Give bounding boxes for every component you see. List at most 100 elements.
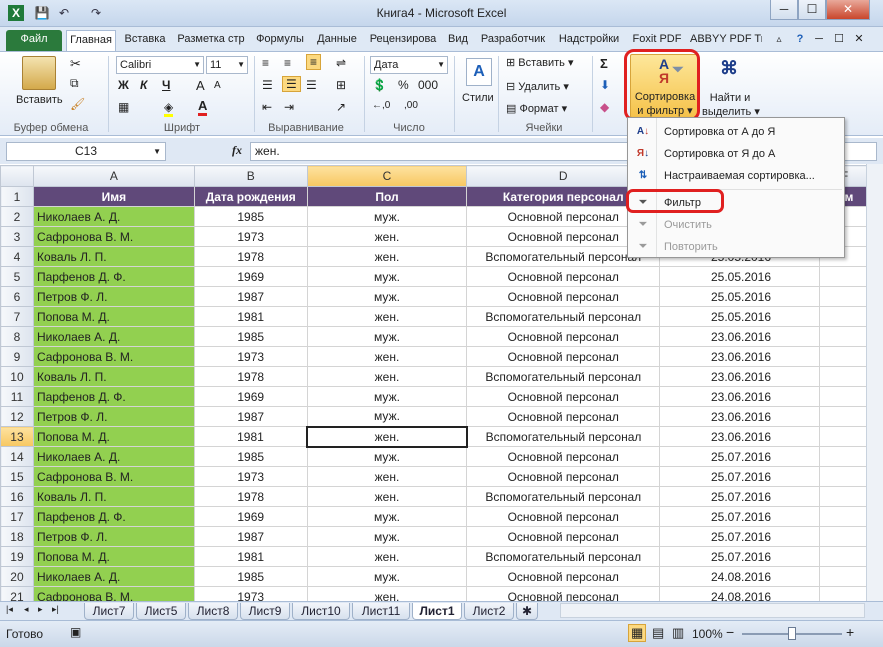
italic-button[interactable]: К [140, 78, 147, 92]
cell-date[interactable]: 25.07.2016 [659, 526, 821, 547]
cell-category[interactable]: Основной персонал [466, 266, 661, 287]
cell-category[interactable]: Основной персонал [466, 326, 661, 347]
delete-cells-button[interactable]: ⊟ Удалить ▾ [506, 80, 569, 93]
cell-birth-year[interactable]: 1985 [193, 326, 308, 347]
sheet-tab[interactable]: Лист9 [240, 603, 290, 620]
fx-icon[interactable]: fx [232, 143, 242, 158]
cell-empty[interactable] [819, 526, 870, 547]
styles-button[interactable]: Стили [462, 92, 494, 104]
align-right-icon[interactable]: ☰ [306, 78, 317, 92]
cell-category[interactable]: Основной персонал [466, 526, 661, 547]
cell-category[interactable]: Основной персонал [466, 286, 661, 307]
sheet-tab[interactable]: Лист10 [292, 603, 350, 620]
cell-name[interactable]: Сафронова В. М. [32, 226, 195, 247]
cell-category[interactable]: Вспомогательный персонал [466, 366, 661, 387]
sheet-tab[interactable]: Лист5 [136, 603, 186, 620]
cell-category[interactable]: Основной персонал [466, 386, 661, 407]
percent-icon[interactable]: % [398, 78, 409, 92]
cell-date[interactable]: 24.08.2016 [659, 586, 821, 601]
cell-gender[interactable]: жен. [306, 466, 468, 487]
cell-date[interactable]: 23.06.2016 [659, 426, 821, 447]
cell-empty[interactable] [819, 566, 870, 587]
align-left-icon[interactable]: ☰ [262, 78, 273, 92]
cell-name[interactable]: Николаев А. Д. [32, 566, 195, 587]
styles-icon[interactable]: A [466, 58, 492, 86]
cell-birth-year[interactable]: 1969 [193, 386, 308, 407]
tab-view[interactable]: Вид [444, 30, 472, 51]
cell-name[interactable]: Коваль Л. П. [32, 246, 195, 267]
cell-empty[interactable] [819, 266, 870, 287]
underline-button[interactable]: Ч [162, 78, 170, 92]
cell-gender[interactable]: жен. [306, 246, 468, 267]
cell-gender[interactable]: жен. [306, 226, 468, 247]
cell-name[interactable]: Николаев А. Д. [32, 446, 195, 467]
cell-date[interactable]: 25.05.2016 [659, 286, 821, 307]
indent-increase-icon[interactable]: ⇥ [284, 100, 294, 114]
cell-gender[interactable]: муж. [306, 266, 468, 287]
cell-date[interactable]: 25.07.2016 [659, 466, 821, 487]
orientation-icon[interactable]: ↗ [336, 100, 346, 114]
header-cell[interactable]: Пол [306, 186, 468, 207]
cell-category[interactable]: Основной персонал [466, 586, 661, 601]
cell-date[interactable]: 23.06.2016 [659, 366, 821, 387]
cell-birth-year[interactable]: 1978 [193, 486, 308, 507]
align-center-icon[interactable]: ☰ [282, 76, 301, 92]
row-header[interactable]: 11 [0, 386, 34, 407]
cell-category[interactable]: Основной персонал [466, 346, 661, 367]
cell-gender[interactable]: муж. [306, 526, 468, 547]
cell-category[interactable]: Вспомогательный персонал [466, 486, 661, 507]
cell-gender[interactable]: жен. [306, 366, 468, 387]
tab-review[interactable]: Рецензирова [366, 30, 440, 51]
row-header[interactable]: 7 [0, 306, 34, 327]
cell-name[interactable]: Николаев А. Д. [32, 206, 195, 227]
decrease-decimal-button[interactable]: ,00 [404, 100, 418, 111]
cell-name[interactable]: Парфенов Д. Ф. [32, 506, 195, 527]
doc-close-icon[interactable]: ✕ [852, 30, 866, 51]
cell-empty[interactable] [819, 446, 870, 467]
cell-birth-year[interactable]: 1973 [193, 226, 308, 247]
row-header[interactable]: 1 [0, 186, 34, 207]
cell-date[interactable]: 25.07.2016 [659, 506, 821, 527]
cell-date[interactable]: 24.08.2016 [659, 566, 821, 587]
cell-gender[interactable]: муж. [306, 566, 468, 587]
cell-gender[interactable]: муж. [306, 506, 468, 527]
cell-gender[interactable]: жен. [306, 425, 468, 448]
sheet-nav-last-icon[interactable]: ▸| [52, 604, 59, 615]
row-header[interactable]: 3 [0, 226, 34, 247]
indent-decrease-icon[interactable]: ⇤ [262, 100, 272, 114]
autosum-icon[interactable]: Σ [600, 56, 608, 71]
cell-empty[interactable] [819, 306, 870, 327]
row-header[interactable]: 8 [0, 326, 34, 347]
merge-icon[interactable]: ⊞ [336, 78, 346, 92]
format-cells-button[interactable]: ▤ Формат ▾ [506, 102, 567, 115]
cell-gender[interactable]: жен. [306, 306, 468, 327]
horizontal-scrollbar[interactable] [560, 603, 865, 618]
cell-name[interactable]: Парфенов Д. Ф. [32, 386, 195, 407]
cell-gender[interactable]: жен. [306, 586, 468, 601]
page-layout-view-icon[interactable]: ▤ [652, 625, 664, 641]
cell-empty[interactable] [819, 346, 870, 367]
row-header[interactable]: 17 [0, 506, 34, 527]
paste-icon[interactable] [22, 56, 56, 90]
sheet-tab[interactable]: Лист7 [84, 603, 134, 620]
sheet-nav-prev-icon[interactable]: ◂ [24, 604, 29, 615]
tab-data[interactable]: Данные [312, 30, 362, 51]
cell-birth-year[interactable]: 1981 [193, 546, 308, 567]
column-header[interactable]: B [193, 165, 308, 187]
vertical-scrollbar[interactable] [866, 164, 883, 601]
cell-birth-year[interactable]: 1969 [193, 266, 308, 287]
column-header[interactable]: A [32, 165, 195, 187]
header-cell[interactable]: Дата рождения [193, 186, 308, 207]
cell-birth-year[interactable]: 1973 [193, 586, 308, 601]
macro-record-icon[interactable]: ▣ [70, 625, 81, 639]
zoom-in-button[interactable]: + [846, 624, 854, 640]
row-header[interactable]: 15 [0, 466, 34, 487]
menu-reapply[interactable]: ⏷ Повторить [628, 236, 844, 258]
cell-category[interactable]: Основной персонал [466, 446, 661, 467]
tab-insert[interactable]: Вставка [120, 30, 170, 51]
cell-gender[interactable]: муж. [306, 386, 468, 407]
cell-gender[interactable]: жен. [306, 346, 468, 367]
wrap-text-icon[interactable]: ⇌ [336, 56, 346, 70]
zoom-level[interactable]: 100% [692, 627, 723, 641]
menu-sort-za[interactable]: Я↓ Сортировка от Я до А [628, 143, 844, 165]
